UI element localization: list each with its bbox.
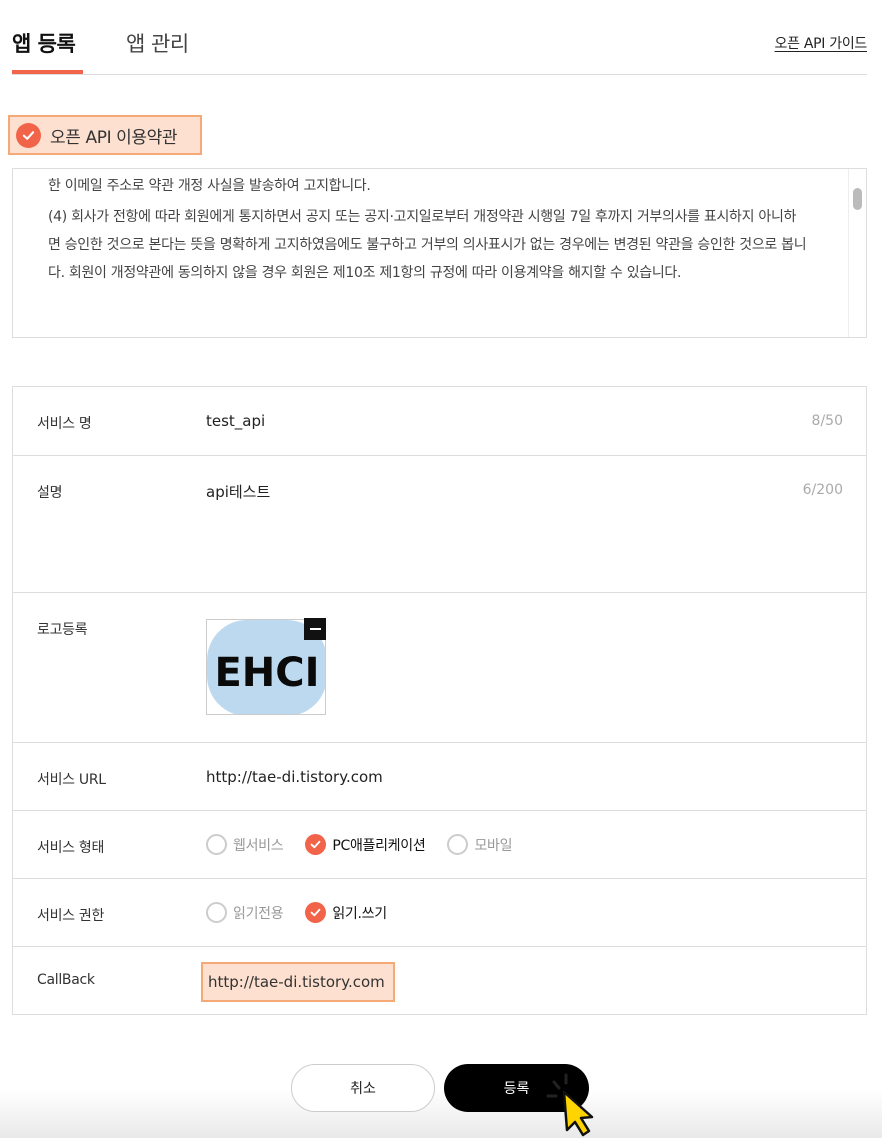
logo-row: 로고등록 EHCI <box>13 593 866 743</box>
radio-read-write[interactable]: 읽기.쓰기 <box>305 902 387 923</box>
radio-circle <box>447 834 469 855</box>
service-type-row: 서비스 형태 웹서비스 PC애플리케이션 모바일 <box>13 811 866 879</box>
check-icon <box>305 834 327 855</box>
terms-agree-label: 오픈 API 이용약관 <box>50 127 178 148</box>
cancel-button[interactable]: 취소 <box>291 1064 435 1112</box>
radio-label: 읽기전용 <box>233 905 284 922</box>
radio-mobile[interactable]: 모바일 <box>447 834 512 855</box>
tab-bar: 앱 등록 앱 관리 오픈 API 가이드 <box>12 0 867 75</box>
logo-text: EHCI <box>214 650 319 696</box>
service-url-label: 서비스 URL <box>37 772 106 788</box>
tab-app-register[interactable]: 앱 등록 <box>12 28 76 58</box>
terms-agree-checkbox[interactable]: 오픈 API 이용약관 <box>8 115 202 155</box>
service-name-row: 서비스 명 test_api 8/50 <box>13 387 866 456</box>
description-label: 설명 <box>37 485 63 501</box>
permission-row: 서비스 권한 읽기전용 읽기.쓰기 <box>13 879 866 947</box>
check-icon <box>305 902 327 923</box>
terms-paragraph: (4) 회사가 전항에 따라 회원에게 통지하면서 공지 또는 공지·고지일로부… <box>48 209 807 281</box>
remove-logo-button[interactable] <box>304 618 326 640</box>
radio-circle <box>206 902 227 923</box>
service-type-radio-group: 웹서비스 PC애플리케이션 모바일 <box>206 834 534 855</box>
app-register-form: 서비스 명 test_api 8/50 설명 api테스트 6/200 로고등록… <box>12 386 867 1015</box>
open-api-guide-link[interactable]: 오픈 API 가이드 <box>775 33 868 53</box>
minus-icon <box>309 628 321 630</box>
check-icon <box>16 122 41 148</box>
radio-label: 모바일 <box>474 837 513 854</box>
callback-row: CallBack http://tae-di.tistory.com <box>13 947 866 1014</box>
radio-label: 읽기.쓰기 <box>332 905 387 922</box>
service-name-input[interactable]: test_api <box>206 412 265 430</box>
description-row: 설명 api테스트 6/200 <box>13 456 866 593</box>
description-counter: 6/200 <box>802 482 843 498</box>
radio-web-service[interactable]: 웹서비스 <box>206 834 284 855</box>
service-url-input[interactable]: http://tae-di.tistory.com <box>206 768 383 786</box>
service-name-counter: 8/50 <box>811 413 843 429</box>
callback-input[interactable]: http://tae-di.tistory.com <box>201 962 395 1002</box>
logo-label: 로고등록 <box>37 622 88 638</box>
terms-content: 한 이메일 주소로 약관 개정 사실을 발송하여 고지합니다. (4) 회사가 … <box>48 172 808 290</box>
permission-label: 서비스 권한 <box>37 908 105 924</box>
scrollbar-thumb[interactable] <box>853 188 862 210</box>
radio-pc-application[interactable]: PC애플리케이션 <box>305 834 426 855</box>
permission-radio-group: 읽기전용 읽기.쓰기 <box>206 902 409 923</box>
tab-app-manage[interactable]: 앱 관리 <box>126 28 189 58</box>
terms-paragraph: 한 이메일 주소로 약관 개정 사실을 발송하여 고지합니다. <box>48 178 371 194</box>
terms-scrollbar[interactable] <box>848 169 866 337</box>
callback-label: CallBack <box>37 972 95 988</box>
radio-circle <box>206 834 227 855</box>
service-url-row: 서비스 URL http://tae-di.tistory.com <box>13 743 866 811</box>
pointer-cursor-icon <box>546 1073 594 1137</box>
bottom-fade <box>0 1090 882 1138</box>
radio-label: PC애플리케이션 <box>332 837 426 854</box>
terms-textbox[interactable]: 한 이메일 주소로 약관 개정 사실을 발송하여 고지합니다. (4) 회사가 … <box>12 168 867 338</box>
active-tab-indicator <box>12 70 83 74</box>
radio-label: 웹서비스 <box>233 837 284 854</box>
service-type-label: 서비스 형태 <box>37 840 105 856</box>
radio-read-only[interactable]: 읽기전용 <box>206 902 284 923</box>
description-textarea[interactable]: api테스트 <box>206 481 270 502</box>
service-name-label: 서비스 명 <box>37 416 92 432</box>
